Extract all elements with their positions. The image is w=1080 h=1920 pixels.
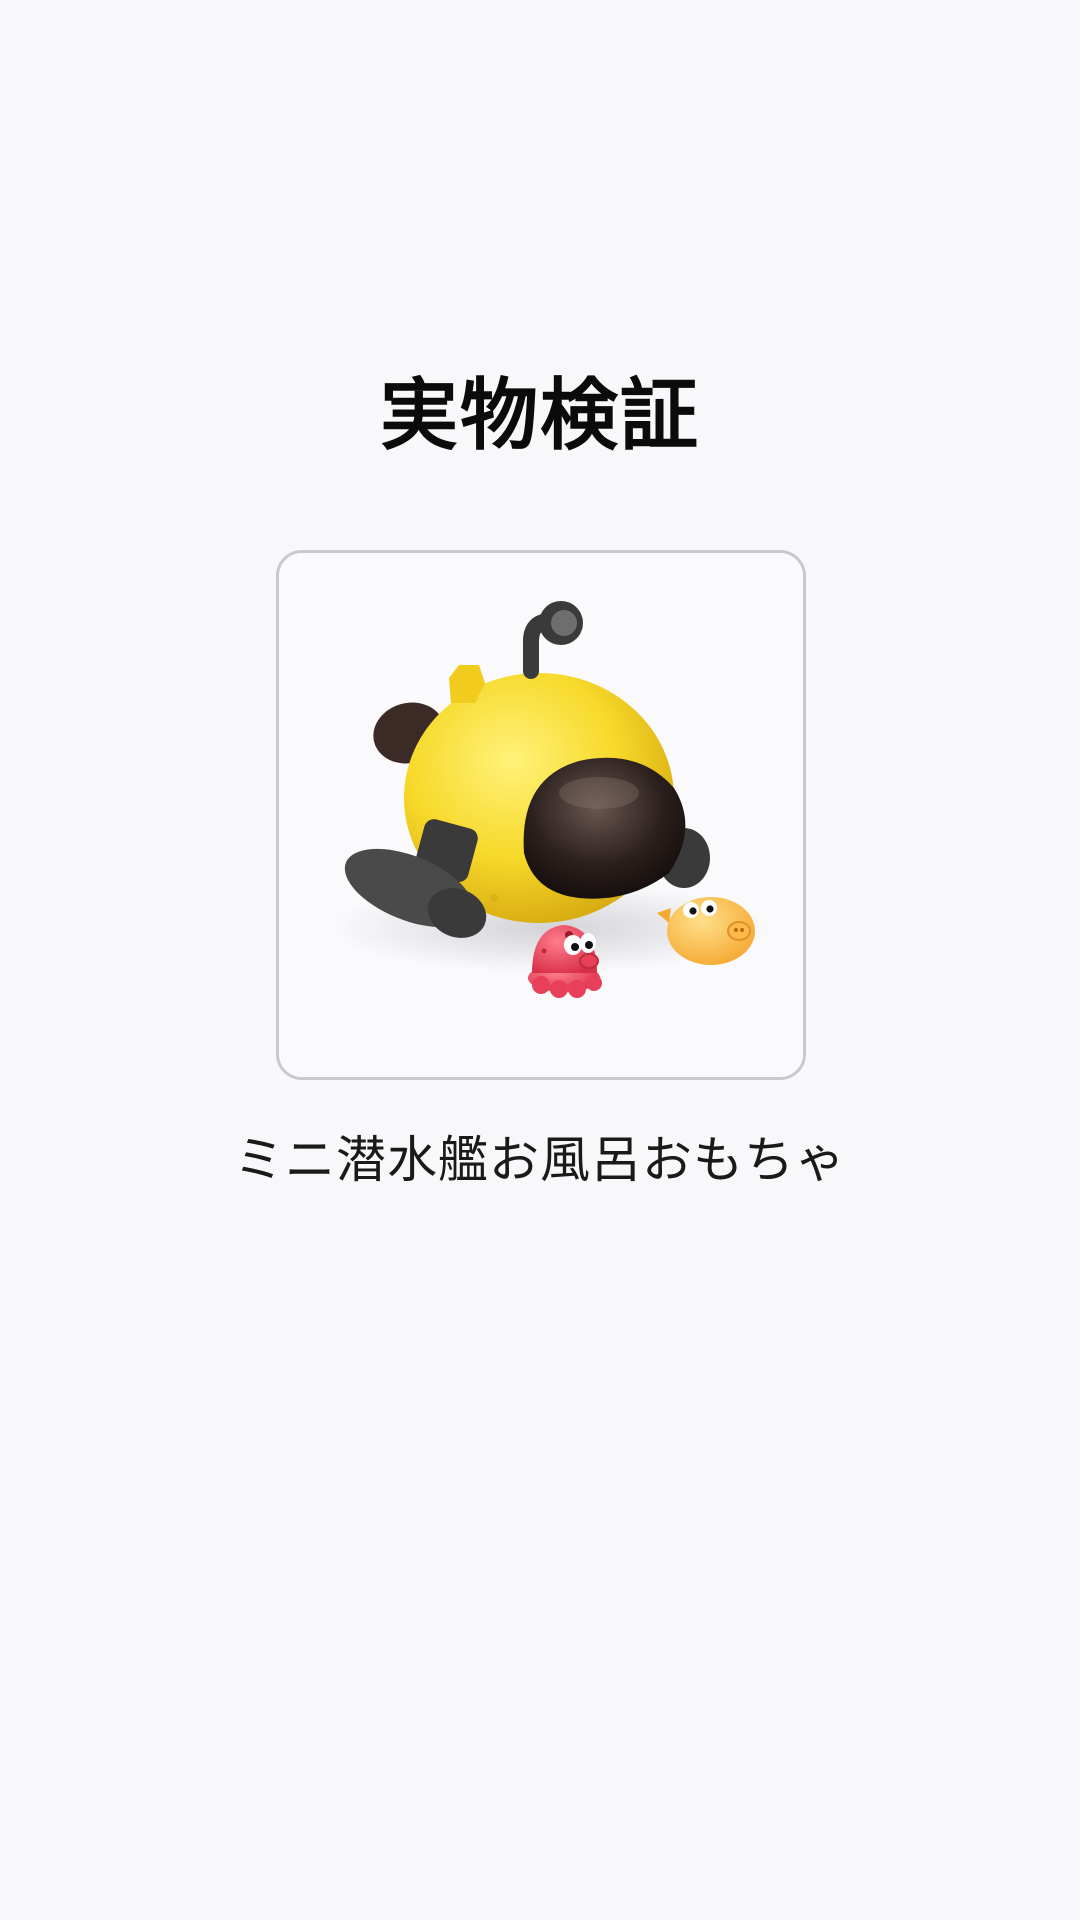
product-name: ミニ潜水艦お風呂おもちゃ [234, 1131, 846, 1189]
screen: 実物検証 ミニ潜水艦お風呂おもちゃ [0, 0, 1080, 1920]
product-image-card[interactable] [276, 550, 806, 1080]
submarine-toy-image [279, 553, 803, 1077]
page-title: 実物検証 [379, 371, 700, 461]
